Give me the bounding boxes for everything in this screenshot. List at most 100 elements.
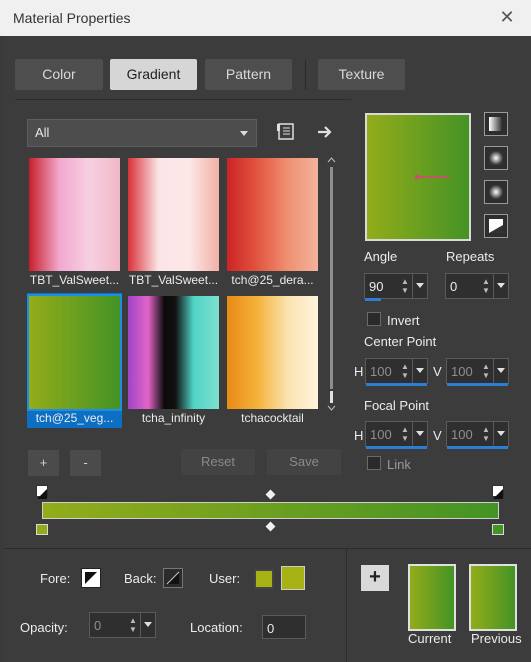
tab-color[interactable]: Color [15, 59, 103, 90]
invert-label: Invert [387, 313, 420, 328]
panel-divider [346, 548, 347, 662]
gradient-scrollbar[interactable] [327, 155, 336, 413]
gradient-name: tch@25_veg... [35, 411, 114, 425]
chevron-down-icon[interactable] [493, 274, 508, 298]
window-title: Material Properties [13, 10, 131, 26]
linear-style-icon[interactable] [484, 112, 508, 136]
opacity-label: Opacity: [20, 620, 68, 635]
tab-texture[interactable]: Texture [318, 59, 405, 90]
current-label: Current [408, 631, 452, 646]
spin-arrows-icon[interactable]: ▲ ▼ [399, 277, 411, 295]
spin-arrows-icon[interactable]: ▲ ▼ [480, 425, 492, 443]
gradient-item[interactable]: TBT_ValSweet... [126, 155, 221, 290]
back-label: Back: [124, 571, 157, 586]
transparency-stop-start[interactable] [36, 485, 48, 499]
user-color-swatch[interactable] [281, 566, 305, 590]
gradient-name: tchacocktail [241, 411, 304, 425]
focal-v-value: 100 [451, 427, 473, 442]
focal-v-label: V [433, 428, 442, 443]
arrow-right-icon[interactable] [314, 121, 336, 143]
focal-v-slider[interactable] [447, 446, 508, 449]
invert-checkbox[interactable] [367, 312, 381, 326]
color-stop-end[interactable] [492, 524, 504, 535]
spin-arrows-icon[interactable]: ▲ ▼ [399, 362, 411, 380]
user-label: User: [209, 571, 241, 586]
previous-swatch[interactable] [469, 564, 517, 631]
center-v-spinner[interactable]: 100 ▲ ▼ [446, 358, 509, 386]
gradient-name: tch@25_dera... [231, 273, 314, 287]
gradient-swatch [128, 296, 219, 409]
chevron-down-icon[interactable] [412, 359, 427, 383]
center-v-value: 100 [451, 364, 473, 379]
category-dropdown-value: All [35, 125, 50, 140]
user-color-radio[interactable] [254, 569, 274, 589]
link-checkbox[interactable] [367, 456, 381, 470]
current-swatch[interactable] [408, 564, 456, 631]
gradient-preview[interactable] [365, 113, 471, 241]
repeats-label: Repeats [446, 249, 495, 264]
center-v-slider[interactable] [447, 383, 508, 386]
add-gradient-button[interactable]: + [28, 450, 59, 476]
gradient-item[interactable]: tch@25_dera... [225, 155, 320, 290]
remove-gradient-button[interactable]: - [70, 450, 101, 476]
radial-style-icon[interactable] [484, 180, 508, 204]
spin-arrows-icon[interactable]: ▲ ▼ [480, 277, 492, 295]
chevron-down-icon[interactable] [493, 422, 508, 446]
gradient-name: tcha_infinity [141, 411, 206, 425]
file-icon[interactable] [275, 121, 297, 143]
chevron-down-icon[interactable] [412, 274, 427, 298]
sunburst-style-icon[interactable] [484, 214, 508, 238]
gradient-item[interactable]: TBT_ValSweet... [27, 155, 122, 290]
gradient-swatch [29, 158, 120, 271]
chevron-down-icon[interactable] [493, 359, 508, 383]
chevron-down-icon[interactable] [412, 422, 427, 446]
center-v-label: V [433, 364, 442, 379]
repeats-spinner[interactable]: 0 ▲ ▼ [445, 273, 509, 299]
color-stop-start[interactable] [36, 524, 48, 535]
rectangular-style-icon[interactable] [484, 146, 508, 170]
gradient-item-selected[interactable]: tch@25_veg... [27, 293, 122, 428]
center-h-slider[interactable] [366, 383, 427, 386]
fore-label: Fore: [40, 571, 71, 586]
repeats-value: 0 [450, 279, 458, 294]
category-dropdown[interactable]: All [27, 119, 257, 147]
previous-label: Previous [471, 631, 522, 646]
gradient-item[interactable]: tcha_infinity [126, 293, 221, 428]
center-h-spinner[interactable]: 100 ▲ ▼ [365, 358, 428, 386]
focal-h-slider[interactable] [366, 446, 427, 449]
center-point-label: Center Point [364, 334, 437, 349]
tab-divider [305, 60, 306, 90]
spin-arrows-icon[interactable]: ▲ ▼ [399, 425, 411, 443]
angle-value: 90 [369, 279, 384, 294]
gradient-swatch [227, 158, 318, 271]
location-value: 0 [267, 621, 275, 636]
add-to-swatches-button[interactable]: + [361, 565, 389, 591]
gradient-name: TBT_ValSweet... [29, 273, 120, 287]
spin-arrows-icon[interactable]: ▲ ▼ [127, 616, 139, 634]
focal-h-spinner[interactable]: 100 ▲ ▼ [365, 421, 428, 449]
save-button[interactable]: Save [267, 449, 341, 475]
link-label: Link [387, 457, 411, 472]
gradient-editor-bar[interactable] [42, 502, 499, 519]
opacity-value: 0 [94, 618, 102, 633]
chevron-down-icon[interactable] [140, 613, 155, 637]
reset-button[interactable]: Reset [181, 449, 255, 475]
opacity-spinner[interactable]: 0 ▲ ▼ [89, 612, 156, 638]
tab-pattern[interactable]: Pattern [205, 59, 292, 90]
gradient-swatch [227, 296, 318, 409]
focal-v-spinner[interactable]: 100 ▲ ▼ [446, 421, 509, 449]
center-h-value: 100 [370, 364, 392, 379]
focal-point-label: Focal Point [364, 398, 430, 413]
transparency-stop-end[interactable] [492, 485, 504, 499]
foreground-stop-icon[interactable] [81, 568, 101, 588]
chevron-down-icon [240, 131, 248, 136]
center-h-label: H [354, 364, 364, 379]
gradient-item[interactable]: tchacocktail [225, 293, 320, 428]
close-icon[interactable]: ✕ [497, 7, 517, 27]
spin-arrows-icon[interactable]: ▲ ▼ [480, 362, 492, 380]
location-input[interactable]: 0 [262, 615, 306, 639]
angle-spinner[interactable]: 90 ▲ ▼ [364, 273, 428, 301]
angle-slider[interactable] [365, 298, 381, 301]
tab-gradient[interactable]: Gradient [110, 59, 197, 90]
background-stop-icon[interactable] [163, 568, 183, 588]
